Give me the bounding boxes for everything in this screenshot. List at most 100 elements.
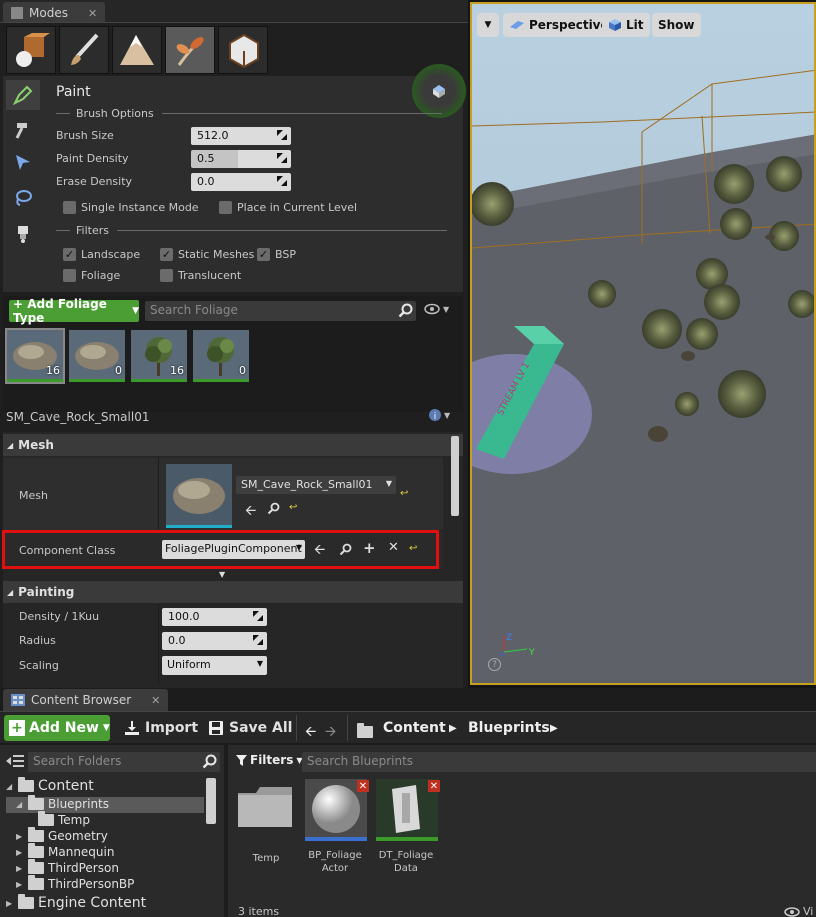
view-options-button[interactable]: Vi — [784, 905, 813, 917]
viewport-options-button[interactable]: ▼ — [477, 13, 499, 37]
content-browser-tab[interactable]: Content Browser ✕ — [3, 689, 169, 711]
modes-tab[interactable]: Modes ✕ — [3, 2, 106, 24]
view-options-icon[interactable]: ▼ — [424, 303, 449, 315]
foliage-type-thumb[interactable]: 0 — [193, 330, 249, 382]
single-instance-checkbox[interactable]: Single Instance Mode — [63, 201, 199, 214]
lit-button[interactable]: Lit — [602, 13, 650, 37]
perspective-button[interactable]: Perspective — [503, 13, 615, 37]
expand-arrow-icon[interactable]: ◢ — [6, 782, 14, 791]
path-folder-icon[interactable] — [357, 723, 373, 738]
show-button[interactable]: Show — [652, 13, 701, 37]
add-icon[interactable]: + — [363, 539, 376, 557]
clear-icon[interactable]: ✕ — [388, 540, 399, 555]
save-all-button[interactable]: Save All — [208, 720, 292, 736]
foliage-type-thumb[interactable]: 16 — [131, 330, 187, 382]
landscape-checkbox[interactable]: ✓ Landscape — [63, 248, 140, 261]
brush-size-field[interactable]: 512.0 — [191, 127, 291, 145]
place-mode-button[interactable] — [6, 26, 56, 74]
expand-arrow-icon[interactable]: ▶ — [16, 848, 24, 857]
asset-name: BP_Foliage Actor — [308, 850, 362, 874]
place-current-level-checkbox[interactable]: Place in Current Level — [219, 201, 357, 214]
use-selected-arrow-icon[interactable]: 🡨 — [245, 500, 256, 524]
painting-section-header[interactable]: ◢ Painting — [3, 581, 463, 603]
filters-button[interactable]: Filters ▼ — [236, 753, 303, 767]
add-new-button[interactable]: + Add New ▼ — [4, 715, 110, 741]
reapply-tool-button[interactable] — [6, 115, 40, 145]
folder-label: ThirdPerson — [48, 861, 119, 875]
foliage-checkbox[interactable]: Foliage — [63, 269, 120, 282]
select-tool-button[interactable] — [6, 148, 40, 178]
mesh-thumbnail[interactable] — [166, 464, 232, 528]
folder-tree-item[interactable]: Temp — [26, 811, 90, 827]
folder-tree-item[interactable]: ▶ ThirdPersonBP — [16, 875, 134, 891]
folder-tree-item[interactable]: ▶ Geometry — [16, 827, 108, 843]
browse-search-icon[interactable] — [267, 502, 280, 515]
expand-arrow-icon[interactable]: ▶ — [16, 832, 24, 841]
mesh-section-header[interactable]: ◢ Mesh — [3, 434, 463, 456]
geometry-mode-button[interactable] — [218, 26, 268, 74]
info-icon[interactable]: i ▼ — [428, 408, 450, 422]
help-icon[interactable]: ? — [488, 658, 501, 671]
folder-tree-item[interactable]: ◢ Blueprints — [16, 795, 109, 811]
scaling-dropdown[interactable]: Uniform ▼ — [162, 656, 267, 675]
expand-chevron-icon[interactable]: ▼ — [219, 570, 225, 579]
asset-tile[interactable]: ✕ DT_Foliage Data — [376, 779, 440, 879]
reset-arrow-icon[interactable]: ↩ — [409, 543, 417, 554]
fill-icon — [18, 226, 28, 243]
component-class-dropdown[interactable]: FoliagePluginComponent ▼ — [162, 540, 305, 559]
details-scrollbar[interactable] — [451, 436, 459, 516]
folder-icon — [18, 777, 34, 792]
import-button[interactable]: Import — [124, 720, 198, 736]
use-selected-arrow-icon[interactable]: 🡨 — [314, 539, 325, 563]
expand-arrow-icon[interactable]: ▶ — [16, 864, 24, 873]
expand-arrow-icon[interactable]: ◢ — [16, 800, 24, 809]
landscape-mode-button[interactable] — [112, 26, 162, 74]
sources-toggle-icon[interactable] — [6, 754, 24, 768]
static-meshes-checkbox[interactable]: ✓ Static Meshes — [160, 248, 254, 261]
search-folders-input[interactable]: Search Folders — [28, 752, 220, 772]
folder-tree-item[interactable]: ◢ Content — [6, 777, 94, 794]
add-foliage-type-button[interactable]: + Add Foliage Type ▼ — [9, 297, 139, 325]
reset-arrow-icon[interactable]: ↩ — [400, 488, 408, 499]
browse-search-icon[interactable] — [339, 543, 352, 556]
folder-tree-item[interactable]: ▶ ThirdPerson — [16, 859, 119, 875]
asset-tile[interactable]: ✕ BP_Foliage Actor — [305, 779, 369, 879]
breadcrumb-content[interactable]: Content — [383, 720, 446, 736]
close-icon[interactable]: ✕ — [151, 694, 160, 707]
filters-heading: Filters — [56, 224, 447, 237]
erase-density-field[interactable]: 0.0 — [191, 173, 291, 191]
density-field[interactable]: 100.0 — [162, 608, 267, 626]
breadcrumb-separator-icon[interactable]: ▶ — [550, 723, 558, 734]
close-icon[interactable]: ✕ — [88, 7, 97, 20]
expand-arrow-icon[interactable]: ▶ — [6, 899, 14, 908]
search-foliage-input[interactable]: Search Foliage — [145, 301, 416, 321]
level-viewport[interactable]: STREAM LV 1 Z Y ▼ Perspective Lit Show ? — [470, 2, 816, 685]
folder-icon — [238, 787, 292, 827]
breadcrumb-separator-icon[interactable]: ▶ — [449, 723, 457, 734]
lasso-tool-button[interactable] — [6, 183, 40, 213]
foliage-type-thumb[interactable]: 16 — [5, 328, 65, 384]
chevron-down-icon: ▼ — [256, 659, 263, 668]
foliage-mode-button[interactable] — [165, 26, 215, 74]
back-arrow-icon[interactable]: 🡨 — [305, 721, 316, 745]
mesh-dropdown[interactable]: SM_Cave_Rock_Small01 ▼ — [236, 476, 396, 494]
search-icon — [398, 303, 413, 318]
erase-density-label: Erase Density — [56, 175, 133, 188]
tree-scrollbar[interactable] — [206, 778, 216, 824]
translucent-checkbox[interactable]: Translucent — [160, 269, 241, 282]
foliage-type-thumb[interactable]: 0 — [69, 330, 125, 382]
breadcrumb-blueprints[interactable]: Blueprints — [468, 720, 550, 736]
paint-mode-button[interactable] — [59, 26, 109, 74]
bsp-checkbox[interactable]: ✓ BSP — [257, 248, 296, 261]
asset-tile[interactable]: Temp — [236, 779, 300, 879]
search-assets-input[interactable]: Search Blueprints — [302, 752, 816, 772]
paint-tool-button[interactable] — [6, 80, 40, 110]
reset-arrow-icon[interactable]: ↩ — [289, 502, 297, 513]
paint-density-field[interactable]: 0.5 — [191, 150, 291, 168]
folder-tree-item[interactable]: ▶ Engine Content — [6, 894, 146, 911]
folder-tree-item[interactable]: ▶ Mannequin — [16, 843, 114, 859]
expand-arrow-icon[interactable]: ▶ — [16, 880, 24, 889]
radius-field[interactable]: 0.0 — [162, 632, 267, 650]
forward-arrow-icon[interactable]: 🡪 — [325, 721, 336, 745]
fill-tool-button[interactable] — [6, 218, 40, 248]
